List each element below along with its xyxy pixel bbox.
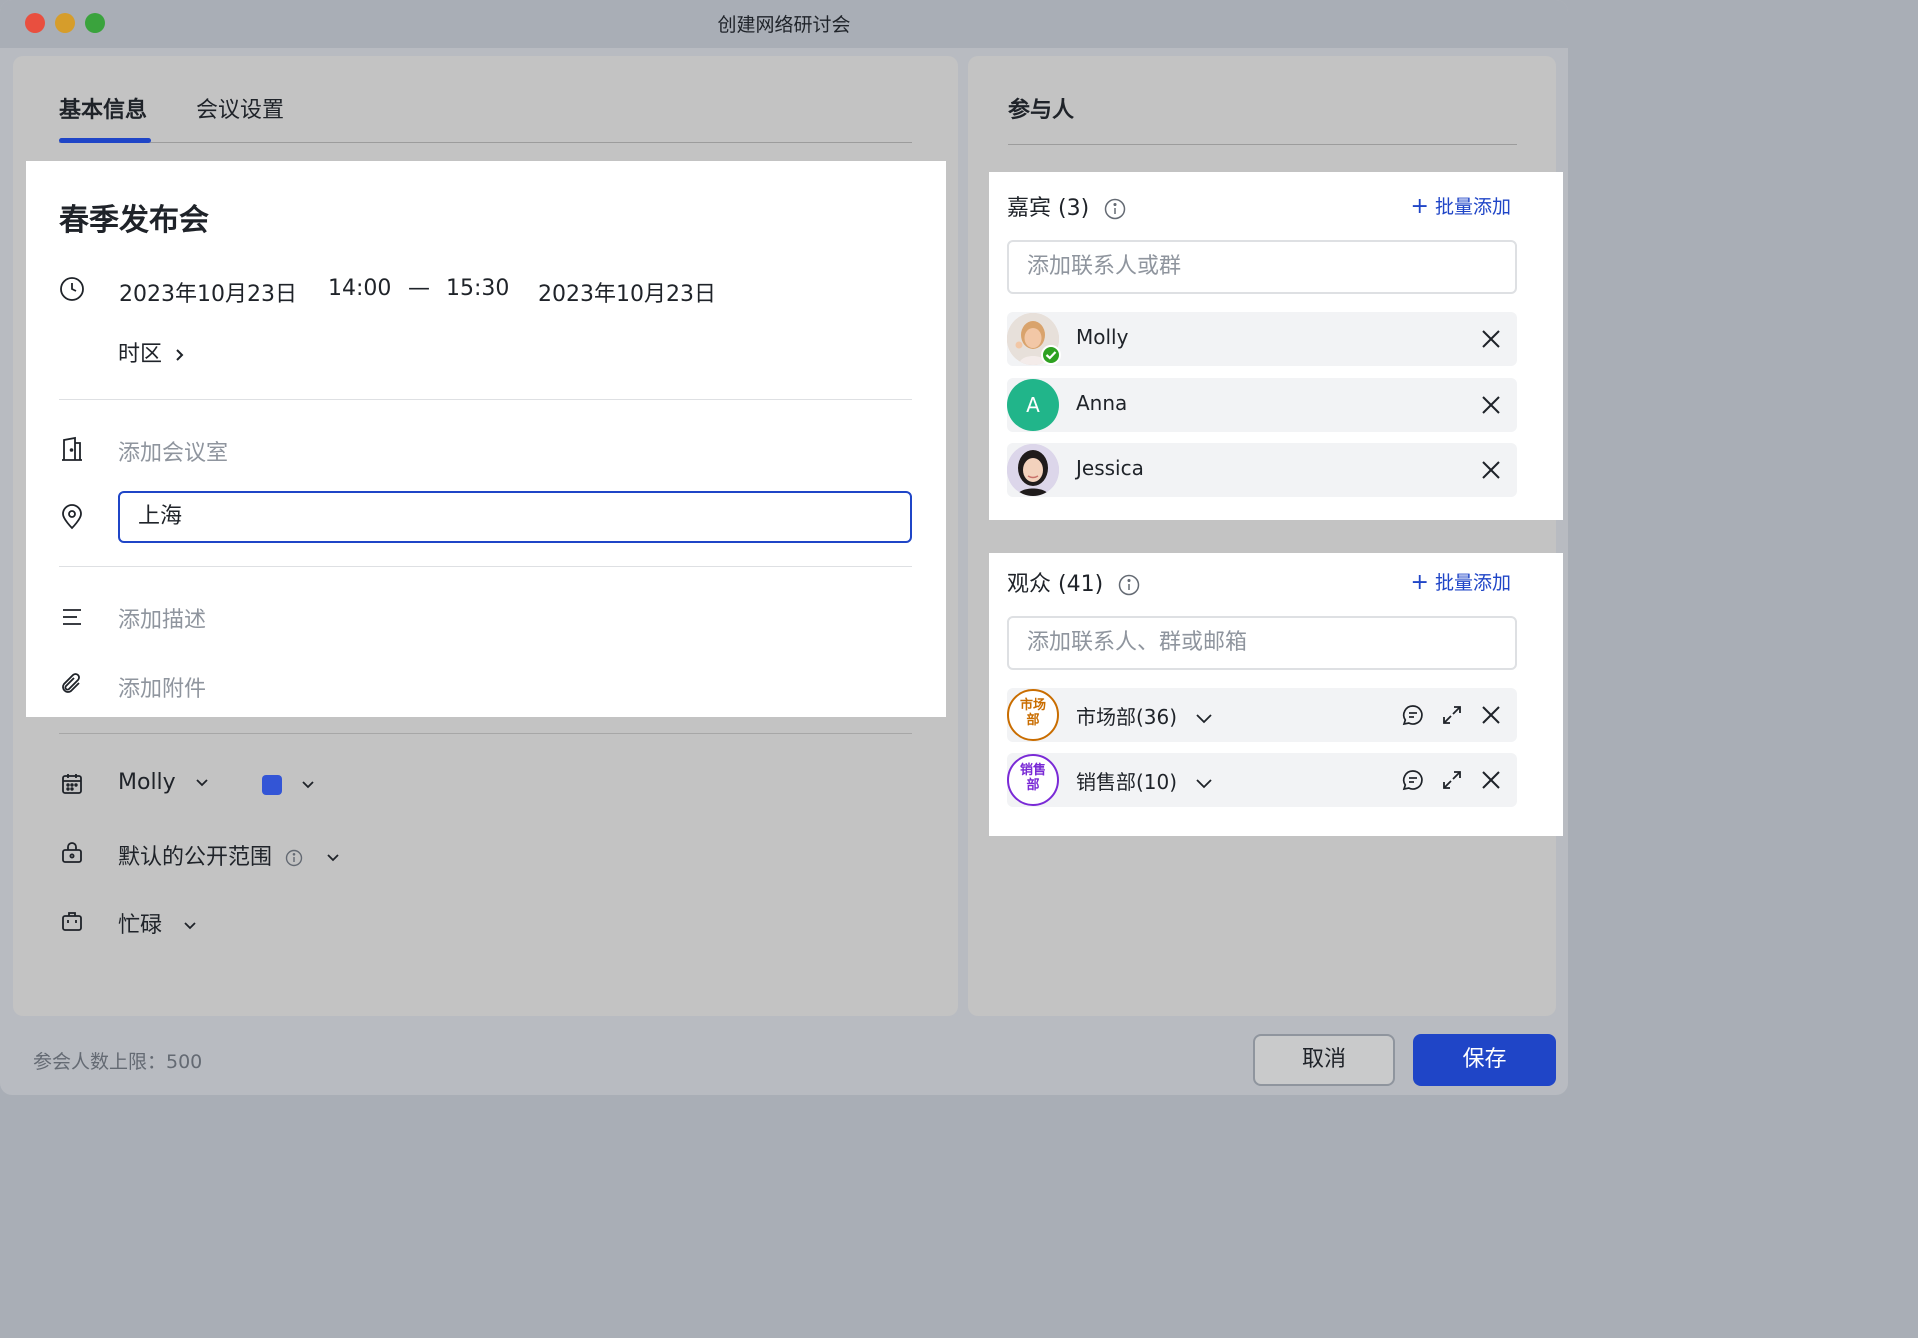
busy-label: 忙碌 <box>118 913 163 938</box>
guests-title-text: 嘉宾 (3) <box>1007 196 1090 221</box>
chat-icon[interactable] <box>1401 703 1425 727</box>
guests-search-input[interactable]: 添加联系人或群 <box>1007 240 1517 294</box>
divider <box>59 399 912 400</box>
location-input[interactable]: 上海 <box>118 491 912 543</box>
chevron-down-icon <box>184 922 196 930</box>
end-date[interactable]: 2023年10月23日 <box>538 276 716 308</box>
start-date[interactable]: 2023年10月23日 <box>119 276 297 308</box>
audience-card: 观众 (41) + 批量添加 添加联系人、群或邮箱 市场 部 市场部(36) 销… <box>989 553 1563 836</box>
info-icon[interactable] <box>1118 574 1140 596</box>
end-time[interactable]: 15:30 <box>446 276 509 301</box>
guest-row-molly: Molly <box>1007 312 1517 366</box>
group-badge-line: 市场 <box>1019 698 1046 713</box>
chevron-down-icon <box>196 779 208 787</box>
audience-batch-add-button[interactable]: + 批量添加 <box>1411 568 1512 595</box>
expand-icon[interactable] <box>1440 768 1464 792</box>
audience-search-input[interactable]: 添加联系人、群或邮箱 <box>1007 616 1517 670</box>
audience-batch-add-label: 批量添加 <box>1434 572 1511 594</box>
group-badge-marketing: 市场 部 <box>1007 689 1059 741</box>
location-icon <box>56 501 88 533</box>
visibility-select[interactable]: 默认的公开范围 <box>118 839 342 871</box>
title-bar: 创建网络研讨会 <box>0 0 1568 48</box>
audience-row-sales: 销售 部 销售部(10) <box>1007 753 1517 807</box>
add-meeting-room[interactable]: 添加会议室 <box>118 435 228 467</box>
group-name: 市场部(36) <box>1076 705 1178 729</box>
verified-check-icon <box>1041 345 1061 365</box>
tab-divider <box>59 142 912 143</box>
clock-icon <box>56 273 88 305</box>
chevron-down-icon <box>1196 778 1213 788</box>
start-time[interactable]: 14:00 <box>328 276 391 301</box>
guest-row-anna: A Anna <box>1007 378 1517 432</box>
webinar-window: 创建网络研讨会 基本信息 会议设置 Molly 默认的公开范围 忙碌 春季发布会… <box>0 0 1568 1095</box>
attachment-icon <box>56 669 88 701</box>
time-range-dash: — <box>408 276 430 301</box>
tab-basic-info[interactable]: 基本信息 <box>59 92 147 124</box>
plus-icon: + <box>1410 570 1429 595</box>
calendar-color-swatch[interactable] <box>262 775 282 795</box>
chat-icon[interactable] <box>1401 768 1425 792</box>
remove-guest-close-icon[interactable] <box>1479 393 1503 417</box>
guests-batch-add-label: 批量添加 <box>1434 196 1511 218</box>
guests-batch-add-button[interactable]: + 批量添加 <box>1411 192 1512 219</box>
audience-title: 观众 (41) <box>1007 566 1140 598</box>
guest-name: Molly <box>1076 325 1129 349</box>
group-name-select[interactable]: 市场部(36) <box>1076 701 1215 730</box>
avatar-jessica <box>1007 444 1059 496</box>
plus-icon: + <box>1410 194 1429 219</box>
remove-group-close-icon[interactable] <box>1479 703 1503 727</box>
chevron-down-icon <box>1196 713 1213 723</box>
remove-guest-close-icon[interactable] <box>1479 458 1503 482</box>
avatar-anna: A <box>1007 379 1059 431</box>
guests-title: 嘉宾 (3) <box>1007 190 1126 222</box>
add-description[interactable]: 添加描述 <box>118 602 206 634</box>
info-icon[interactable] <box>1104 198 1126 220</box>
guest-name: Jessica <box>1076 456 1144 480</box>
color-chevron-down-icon[interactable] <box>299 776 317 794</box>
calendar-icon <box>56 768 88 800</box>
basic-info-card: 春季发布会 2023年10月23日 14:00 — 15:30 2023年10月… <box>26 161 946 717</box>
group-name: 销售部(10) <box>1076 770 1178 794</box>
group-name-select[interactable]: 销售部(10) <box>1076 766 1215 795</box>
guest-row-jessica: Jessica <box>1007 443 1517 497</box>
save-button[interactable]: 保存 <box>1413 1034 1556 1086</box>
guests-card: 嘉宾 (3) + 批量添加 添加联系人或群 Molly A Anna Jessi… <box>989 172 1563 520</box>
briefcase-icon <box>56 905 88 937</box>
add-attachment[interactable]: 添加附件 <box>118 671 206 703</box>
remove-group-close-icon[interactable] <box>1479 768 1503 792</box>
expand-icon[interactable] <box>1440 703 1464 727</box>
chevron-down-icon <box>327 854 339 862</box>
participants-divider <box>1008 144 1517 145</box>
group-badge-line: 部 <box>1026 713 1040 728</box>
meeting-room-icon <box>56 433 88 465</box>
group-badge-line: 销售 <box>1019 763 1046 778</box>
remove-guest-close-icon[interactable] <box>1479 327 1503 351</box>
timezone-label: 时区 <box>118 342 163 367</box>
audience-row-marketing: 市场 部 市场部(36) <box>1007 688 1517 742</box>
info-icon[interactable] <box>285 849 303 867</box>
visibility-label: 默认的公开范围 <box>118 845 273 870</box>
calendar-owner-select[interactable]: Molly <box>118 770 211 795</box>
section-divider <box>59 733 912 734</box>
tab-meeting-settings[interactable]: 会议设置 <box>196 92 284 124</box>
participants-title: 参与人 <box>1008 98 1075 123</box>
guest-name: Anna <box>1076 391 1128 415</box>
calendar-owner-value: Molly <box>118 770 176 795</box>
divider <box>59 566 912 567</box>
window-title: 创建网络研讨会 <box>717 14 851 36</box>
audience-title-text: 观众 (41) <box>1007 572 1104 597</box>
description-icon <box>56 601 88 633</box>
attendee-limit: 参会人数上限：500 <box>33 1051 203 1073</box>
timezone-link[interactable]: 时区 <box>118 336 187 368</box>
chevron-right-icon <box>176 349 184 361</box>
group-badge-line: 部 <box>1026 778 1040 793</box>
active-tab-indicator <box>59 138 151 143</box>
group-badge-sales: 销售 部 <box>1007 754 1059 806</box>
cancel-button[interactable]: 取消 <box>1253 1034 1395 1086</box>
lock-icon <box>56 837 88 869</box>
meeting-title[interactable]: 春季发布会 <box>59 195 209 239</box>
busy-status-select[interactable]: 忙碌 <box>118 907 199 939</box>
